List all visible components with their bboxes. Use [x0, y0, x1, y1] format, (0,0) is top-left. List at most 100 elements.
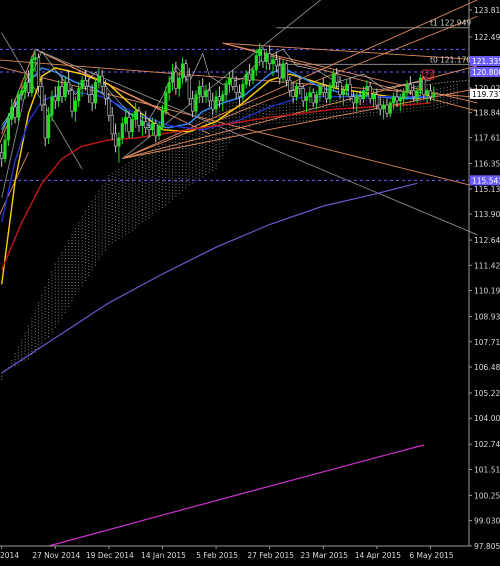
candle-body[interactable]	[261, 49, 265, 63]
candle-body[interactable]	[214, 96, 218, 110]
candle-body[interactable]	[0, 152, 4, 159]
candle-body[interactable]	[23, 82, 27, 91]
candle-body[interactable]	[170, 71, 175, 83]
candle-body[interactable]	[221, 94, 225, 102]
candle-body[interactable]	[127, 117, 131, 133]
candle-body[interactable]	[227, 77, 232, 85]
candle-body[interactable]	[124, 117, 128, 124]
candle-body[interactable]	[184, 63, 188, 77]
candle-body[interactable]	[291, 90, 295, 98]
candle-body[interactable]	[201, 86, 205, 98]
candle-body[interactable]	[47, 114, 51, 139]
candle-body[interactable]	[174, 71, 178, 89]
candle-body[interactable]	[308, 92, 312, 98]
candle-body[interactable]	[16, 94, 20, 118]
candle-body[interactable]	[281, 63, 285, 79]
candle-body[interactable]	[248, 73, 252, 81]
candle-body[interactable]	[402, 92, 406, 100]
candle-body[interactable]	[315, 94, 319, 104]
candle-body[interactable]	[298, 86, 302, 89]
candle-body[interactable]	[36, 57, 41, 87]
candle-body[interactable]	[110, 114, 114, 135]
candle-body[interactable]	[73, 100, 77, 112]
candle-body[interactable]	[40, 86, 44, 106]
chart-window[interactable]: t1 122.949 t0 121.170 23 123.810 122.495 121…	[0, 0, 500, 562]
candle-body[interactable]	[331, 73, 335, 87]
candle-body[interactable]	[382, 104, 386, 110]
candle-body[interactable]	[147, 127, 151, 131]
candle-body[interactable]	[274, 59, 278, 67]
trend-line[interactable]	[122, 88, 478, 160]
candle-body[interactable]	[97, 75, 101, 83]
candle-body[interactable]	[355, 96, 359, 104]
candle-body[interactable]	[30, 59, 34, 93]
candle-body[interactable]	[371, 94, 376, 100]
candle-body[interactable]	[258, 49, 262, 56]
candle-body[interactable]	[338, 82, 342, 95]
candle-body[interactable]	[375, 94, 379, 106]
candle-body[interactable]	[318, 86, 322, 95]
candle-body[interactable]	[392, 96, 396, 104]
candle-body[interactable]	[321, 86, 325, 93]
candle-body[interactable]	[33, 57, 37, 60]
candle-body[interactable]	[264, 53, 268, 63]
candle-body[interactable]	[408, 84, 412, 91]
candle-body[interactable]	[237, 92, 242, 98]
candle-body[interactable]	[361, 90, 366, 100]
candle-body[interactable]	[197, 86, 201, 95]
candle-body[interactable]	[117, 137, 121, 147]
candle-body[interactable]	[244, 73, 248, 85]
candle-body[interactable]	[194, 94, 198, 112]
candle-body[interactable]	[77, 88, 81, 102]
candle-body[interactable]	[432, 93, 436, 98]
candle-body[interactable]	[60, 86, 64, 98]
candle-body[interactable]	[385, 104, 389, 114]
candle-body[interactable]	[378, 104, 382, 110]
candle-body[interactable]	[13, 106, 17, 118]
candle-body[interactable]	[57, 86, 61, 102]
candle-body[interactable]	[304, 96, 309, 102]
candle-body[interactable]	[428, 90, 433, 98]
candle-body[interactable]	[157, 125, 161, 137]
candle-body[interactable]	[422, 77, 426, 95]
candle-body[interactable]	[425, 90, 429, 95]
candle-body[interactable]	[160, 110, 165, 126]
candle-body[interactable]	[345, 84, 349, 91]
candle-body[interactable]	[224, 84, 228, 95]
candle-body[interactable]	[211, 100, 215, 110]
candle-body[interactable]	[328, 86, 332, 100]
candle-body[interactable]	[204, 90, 208, 98]
candle-body[interactable]	[83, 79, 87, 87]
candle-body[interactable]	[93, 82, 98, 104]
candle-body[interactable]	[26, 82, 31, 93]
candle-body[interactable]	[278, 65, 282, 79]
candle-body[interactable]	[217, 96, 221, 102]
candle-body[interactable]	[254, 55, 258, 71]
candle-body[interactable]	[358, 96, 362, 100]
candle-body[interactable]	[284, 63, 288, 81]
candle-body[interactable]	[311, 92, 315, 104]
candle-body[interactable]	[187, 75, 191, 100]
candle-body[interactable]	[348, 84, 352, 98]
candle-body[interactable]	[90, 94, 94, 104]
candle-body[interactable]	[167, 82, 171, 93]
candle-body[interactable]	[388, 102, 392, 114]
price-chart[interactable]: t1 122.949 t0 121.170 23 123.810 122.495 121…	[0, 0, 500, 562]
candle-body[interactable]	[341, 90, 345, 95]
candle-body[interactable]	[154, 123, 158, 137]
candle-body[interactable]	[103, 86, 108, 100]
candle-body[interactable]	[164, 92, 168, 112]
candle-body[interactable]	[80, 79, 84, 89]
candle-body[interactable]	[405, 84, 409, 93]
candle-body[interactable]	[53, 96, 57, 102]
candle-body[interactable]	[63, 82, 67, 98]
candle-body[interactable]	[3, 139, 7, 159]
candle-body[interactable]	[177, 77, 181, 89]
candle-body[interactable]	[43, 104, 47, 139]
candle-body[interactable]	[241, 84, 245, 98]
candle-body[interactable]	[301, 88, 305, 102]
candle-body[interactable]	[87, 86, 91, 95]
trend-line[interactable]	[0, 66, 471, 186]
candle-body[interactable]	[50, 96, 54, 116]
candle-body[interactable]	[251, 69, 255, 81]
